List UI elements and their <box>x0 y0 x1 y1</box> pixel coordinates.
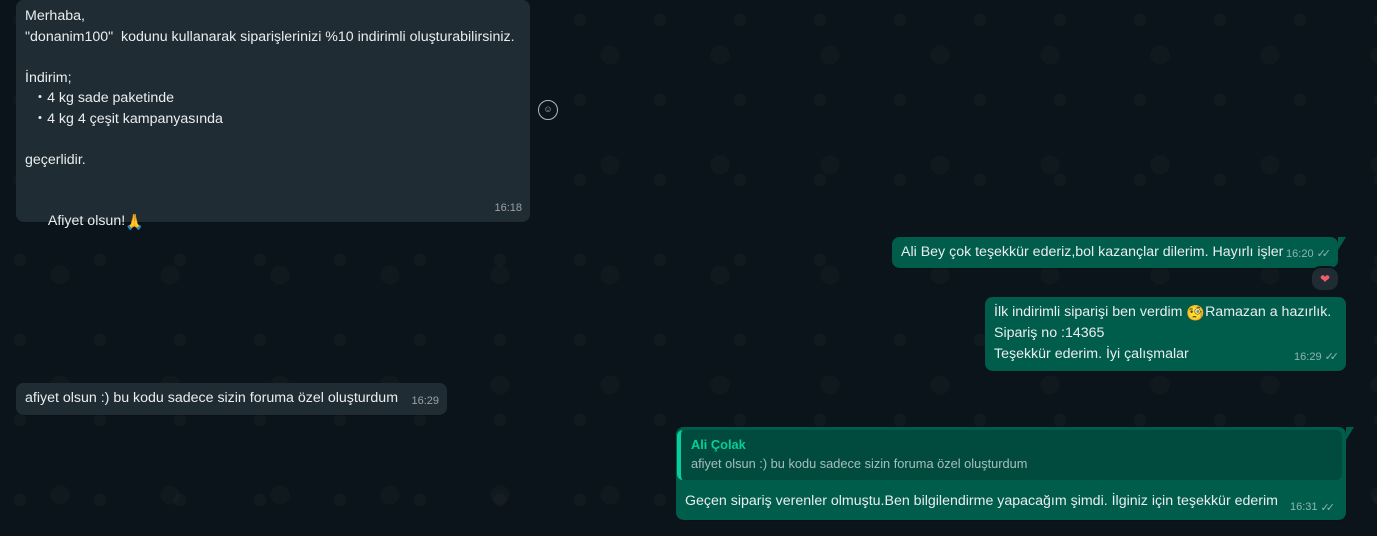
message-time: 16:29 <box>411 391 439 412</box>
message-line <box>25 129 521 150</box>
bubble-tail <box>1346 427 1354 440</box>
message-line: geçerlidir. <box>25 151 86 168</box>
message-time: 16:18 <box>494 198 522 219</box>
message-line: İlk indirimli siparişi ben verdim 🧐Ramaz… <box>994 302 1337 323</box>
double-check-icon: ✓✓ <box>1320 502 1336 514</box>
message-text: Afiyet olsun! <box>47 213 126 229</box>
react-smiley-icon[interactable]: ☺ <box>538 100 558 120</box>
message-text: İlk indirimli siparişi ben verdim <box>994 304 1187 320</box>
timestamp: 16:18 <box>494 201 522 214</box>
incoming-message[interactable]: Merhaba, "donanim100" kodunu kullanarak … <box>16 0 530 231</box>
timestamp: 16:20 <box>1286 247 1314 260</box>
timestamp: 16:31 <box>1290 501 1318 513</box>
quote-text: afiyet olsun :) bu kodu sadece sizin for… <box>691 456 1028 471</box>
message-text: afiyet olsun :) bu kodu sadece sizin for… <box>25 390 399 406</box>
outgoing-message[interactable]: Ali Bey çok teşekkür ederiz,bol kazançla… <box>892 237 1346 268</box>
message-time: 16:29 ✓✓ <box>1294 347 1340 368</box>
message-line: ・4 kg sade paketinde <box>25 90 175 106</box>
message-body: Merhaba, "donanim100" kodunu kullanarak … <box>25 6 521 253</box>
folded-hands-icon: 🙏 <box>125 214 144 231</box>
message-line: Afiyet olsun!🙏 <box>25 191 521 253</box>
monocle-face-icon: 🧐 <box>1186 305 1206 322</box>
quote-author: Ali Çolak <box>691 437 746 452</box>
message-text: Geçen sipariş verenler olmuştu.Ben bilgi… <box>685 493 1278 509</box>
message-line: Teşekkür ederim. İyi çalışmalar <box>994 345 1189 362</box>
message-line: "donanim100" kodunu kullanarak siparişle… <box>25 28 515 45</box>
message-text: Ali Bey çok teşekkür ederiz,bol kazançla… <box>901 244 1284 260</box>
quoted-message[interactable]: Ali Çolak afiyet olsun :) bu kodu sadece… <box>677 430 1342 480</box>
message-line: Sipariş no :14365 <box>994 325 1105 341</box>
timestamp: 16:29 <box>1294 350 1322 363</box>
outgoing-message[interactable]: İlk indirimli siparişi ben verdim 🧐Ramaz… <box>985 297 1346 371</box>
double-check-icon: ✓✓ <box>1324 350 1340 363</box>
message-line <box>25 47 521 68</box>
message-time: 16:20 ✓✓ <box>1286 244 1332 265</box>
message-line <box>25 170 521 191</box>
message-text: Ramazan a hazırlık. <box>1205 304 1332 320</box>
heart-reaction-icon[interactable]: ❤ <box>1310 266 1340 292</box>
bubble-tail <box>1338 237 1346 250</box>
message-time: 16:31 ✓✓ <box>1290 501 1336 514</box>
double-check-icon: ✓✓ <box>1316 247 1332 260</box>
timestamp: 16:29 <box>411 394 439 407</box>
message-line: ・4 kg 4 çeşit kampanyasında <box>25 110 223 127</box>
message-line: İndirim; <box>25 69 72 86</box>
message-line: Merhaba, <box>25 8 85 24</box>
incoming-message[interactable]: afiyet olsun :) bu kodu sadece sizin for… <box>16 383 447 415</box>
